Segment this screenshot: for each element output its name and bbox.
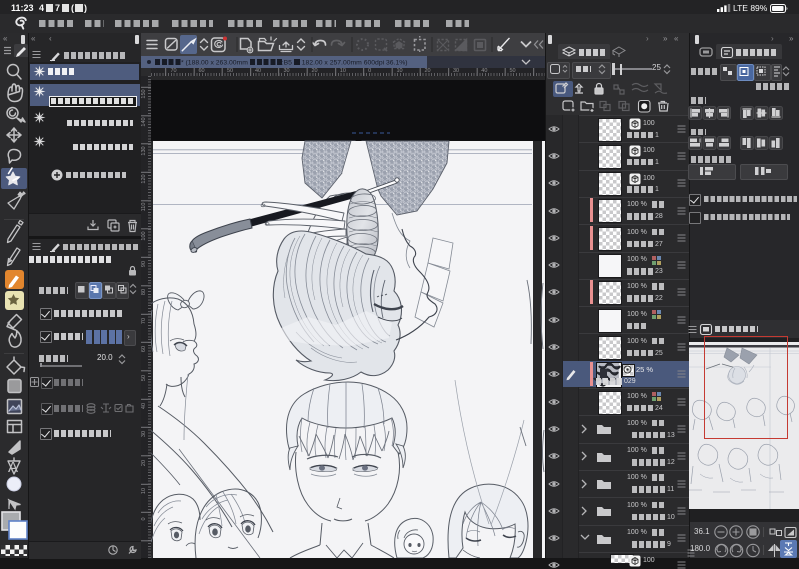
svg-text:A: A: [8, 459, 18, 476]
